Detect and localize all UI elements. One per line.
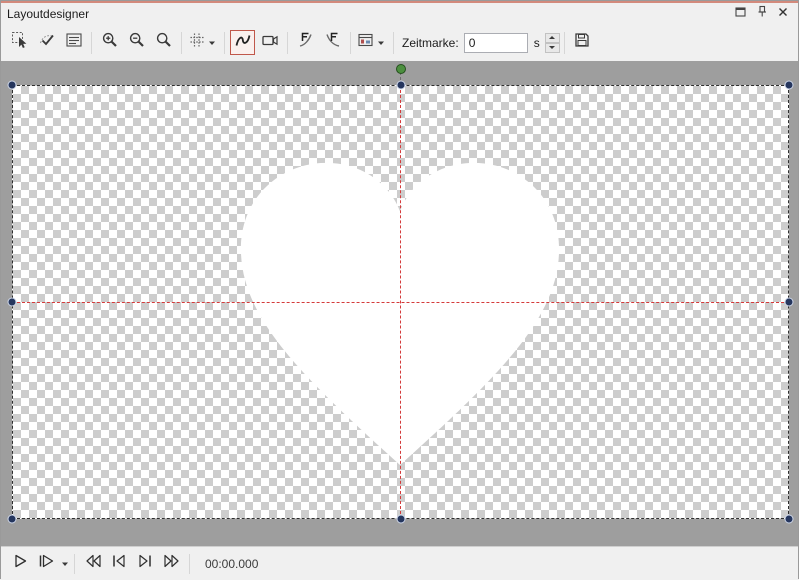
zoom-out-icon bbox=[128, 31, 146, 54]
maximize-button[interactable] bbox=[731, 5, 750, 22]
rewind-icon bbox=[84, 552, 103, 575]
playbar-separator bbox=[74, 554, 75, 574]
resize-handle-middle-right[interactable] bbox=[785, 298, 794, 307]
toolbar-separator bbox=[393, 32, 394, 54]
grid-button[interactable] bbox=[187, 30, 219, 55]
camera-icon bbox=[261, 31, 279, 54]
keyframe-track-icon bbox=[357, 31, 375, 54]
zoom-in-icon bbox=[101, 31, 119, 54]
toolbar-separator bbox=[287, 32, 288, 54]
zeitmarke-spinner bbox=[545, 33, 560, 53]
fast-forward-icon bbox=[162, 552, 181, 575]
toolbar-separator bbox=[350, 32, 351, 54]
step-back-icon bbox=[110, 552, 128, 575]
play-icon bbox=[11, 552, 29, 575]
rotation-handle[interactable] bbox=[396, 64, 406, 74]
zeitmarke-unit: s bbox=[534, 36, 540, 50]
toolbar-separator bbox=[181, 32, 182, 54]
s-curve-icon bbox=[234, 31, 252, 54]
zoom-reset-button[interactable] bbox=[151, 30, 176, 55]
grid-icon bbox=[188, 31, 206, 54]
zoom-in-button[interactable] bbox=[97, 30, 122, 55]
keyframe-track-button[interactable] bbox=[356, 30, 388, 55]
fast-forward-button[interactable] bbox=[159, 552, 183, 576]
fade-in-button[interactable] bbox=[293, 30, 318, 55]
toolbar-separator bbox=[564, 32, 565, 54]
zeitmarke-spinner-up[interactable] bbox=[545, 33, 560, 43]
fade-out-button[interactable] bbox=[320, 30, 345, 55]
play-button[interactable] bbox=[8, 552, 32, 576]
step-forward-button[interactable] bbox=[133, 552, 157, 576]
horizontal-guide bbox=[12, 302, 789, 303]
maximize-icon bbox=[734, 5, 747, 23]
resize-handle-bottom-center[interactable] bbox=[397, 515, 406, 524]
playback-bar: 00:00.000 bbox=[1, 546, 798, 580]
panel-title: Layoutdesigner bbox=[7, 7, 729, 21]
zoom-reset-icon bbox=[155, 31, 173, 54]
toolbar-separator bbox=[91, 32, 92, 54]
selection-arrow-icon bbox=[11, 31, 29, 54]
resize-handle-top-left[interactable] bbox=[8, 81, 17, 90]
titlebar[interactable]: Layoutdesigner bbox=[1, 3, 798, 24]
fade-in-icon bbox=[297, 31, 315, 54]
resize-handle-middle-left[interactable] bbox=[8, 298, 17, 307]
close-button[interactable] bbox=[773, 5, 792, 22]
zeitmarke-spinner-down[interactable] bbox=[545, 43, 560, 53]
pin-icon bbox=[755, 5, 769, 23]
fade-out-icon bbox=[324, 31, 342, 54]
step-forward-icon bbox=[136, 552, 154, 575]
check-curve-icon bbox=[38, 31, 56, 54]
motion-path-tool-button[interactable] bbox=[230, 30, 255, 55]
list-icon bbox=[65, 31, 83, 54]
layoutdesigner-panel: Layoutdesigner bbox=[0, 0, 799, 579]
close-icon bbox=[777, 5, 789, 23]
select-tool-button[interactable] bbox=[7, 30, 32, 55]
chevron-down-icon bbox=[208, 40, 216, 46]
resize-handle-top-center[interactable] bbox=[397, 81, 406, 90]
rewind-button[interactable] bbox=[81, 552, 105, 576]
zeitmarke-input[interactable] bbox=[464, 33, 528, 53]
camera-pan-button[interactable] bbox=[257, 30, 282, 55]
canvas-area[interactable] bbox=[1, 61, 798, 546]
curve-select-button[interactable] bbox=[34, 30, 59, 55]
save-icon bbox=[573, 31, 591, 54]
play-from-icon bbox=[37, 552, 55, 575]
step-back-button[interactable] bbox=[107, 552, 131, 576]
zeitmarke-label: Zeitmarke: bbox=[402, 36, 459, 50]
play-from-button[interactable] bbox=[34, 552, 58, 576]
playbar-separator bbox=[189, 554, 190, 574]
object-list-button[interactable] bbox=[61, 30, 86, 55]
save-timemark-button[interactable] bbox=[570, 30, 595, 55]
resize-handle-bottom-right[interactable] bbox=[785, 515, 794, 524]
toolbar-separator bbox=[224, 32, 225, 54]
time-display: 00:00.000 bbox=[205, 557, 258, 571]
zoom-out-button[interactable] bbox=[124, 30, 149, 55]
chevron-down-icon bbox=[377, 40, 385, 46]
resize-handle-bottom-left[interactable] bbox=[8, 515, 17, 524]
resize-handle-top-right[interactable] bbox=[785, 81, 794, 90]
toolbar: Zeitmarke: s bbox=[1, 24, 798, 61]
pin-button[interactable] bbox=[752, 5, 771, 22]
chevron-down-icon[interactable] bbox=[61, 561, 69, 567]
